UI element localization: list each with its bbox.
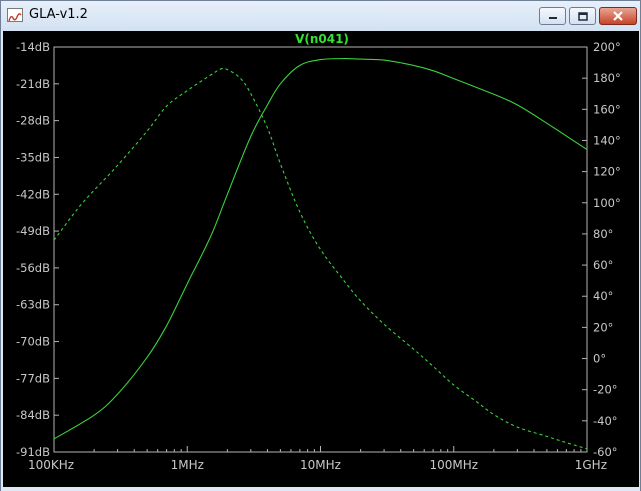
x-tick-label: 1MHz (171, 458, 204, 472)
y-left-tick-label: -91dB (16, 445, 50, 459)
y-right-tick-label: 100° (593, 196, 621, 210)
y-right-tick-label: 180° (593, 71, 621, 85)
bode-plot[interactable]: V(n041) -14dB -21dB -28dB -35dB -42dB -49dB -5… (3, 31, 639, 487)
close-icon (613, 11, 623, 21)
x-tick-label: 100MHz (429, 458, 478, 472)
minimize-icon (548, 17, 557, 19)
y-right-tick-label: 120° (593, 165, 621, 179)
close-button[interactable] (599, 7, 637, 25)
y-right-tick-label: 140° (593, 133, 621, 147)
app-window: GLA-v1.2 V(n041) -14dB -21dB -28dB -35dB -42… (0, 0, 641, 491)
y-right-tick-label: 160° (593, 102, 621, 116)
y-right-tick-label: 20° (593, 320, 613, 334)
y-left-tick-label: -77dB (16, 371, 50, 385)
maximize-icon (577, 11, 588, 21)
title-bar[interactable]: GLA-v1.2 (1, 1, 640, 31)
x-tick-label: 10MHz (300, 458, 341, 472)
y-right-tick-label: 60° (593, 258, 613, 272)
y-right-tick-label: 200° (593, 40, 621, 54)
y-left-tick-label: -14dB (16, 40, 50, 54)
y-right-tick-label: -20° (593, 383, 618, 397)
chart-title: V(n041) (295, 32, 349, 46)
minimize-button[interactable] (539, 7, 566, 25)
y-left-tick-label: -21dB (16, 77, 50, 91)
waveform-icon[interactable] (7, 8, 23, 22)
y-left-tick-label: -56dB (16, 261, 50, 275)
y-left-tick-label: -28dB (16, 114, 50, 128)
y-right-tick-label: -60° (593, 445, 618, 459)
y-left-tick-label: -49dB (16, 224, 50, 238)
y-left-tick-label: -42dB (16, 187, 50, 201)
x-tick-label: 1GHz (575, 458, 607, 472)
y-left-tick-label: -84dB (16, 408, 50, 422)
y-right-tick-label: -40° (593, 414, 618, 428)
y-left-tick-label: -63dB (16, 298, 50, 312)
x-tick-label: 100KHz (28, 458, 74, 472)
maximize-button[interactable] (569, 7, 596, 25)
y-right-tick-label: 0° (593, 352, 606, 366)
phase-trace[interactable] (53, 67, 588, 450)
y-right-tick-label: 80° (593, 227, 613, 241)
y-left-tick-label: -35dB (16, 150, 50, 164)
window-title: GLA-v1.2 (29, 7, 88, 22)
y-left-tick-label: -70dB (16, 335, 50, 349)
plot-area[interactable]: V(n041) -14dB -21dB -28dB -35dB -42dB -49dB -5… (3, 31, 639, 487)
status-strip (1, 487, 640, 491)
y-right-tick-label: 40° (593, 289, 613, 303)
plot-frame (53, 46, 588, 453)
